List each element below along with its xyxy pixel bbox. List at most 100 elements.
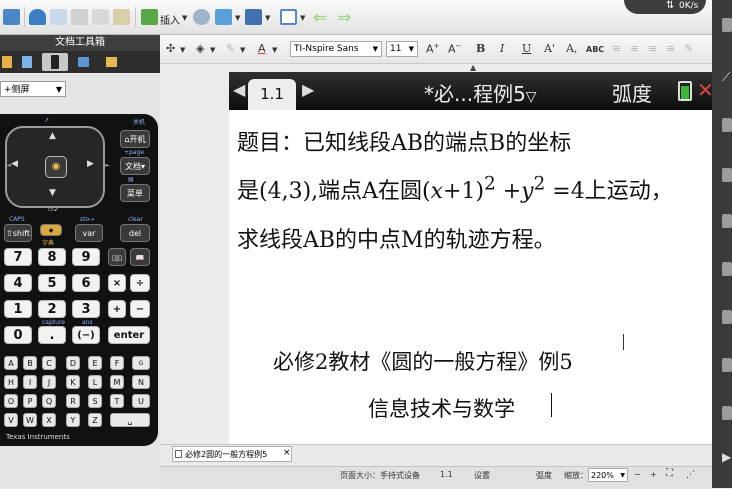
key-b[interactable]: B xyxy=(23,356,37,370)
chevron-down-icon[interactable]: ▼ xyxy=(182,14,187,22)
key-h[interactable]: H xyxy=(4,375,18,389)
zoom-out-icon[interactable]: − xyxy=(634,470,641,479)
key-8[interactable]: 8 xyxy=(38,248,66,266)
side-tool-icon[interactable] xyxy=(722,358,732,372)
layout-icon[interactable] xyxy=(280,9,297,25)
ctrl-button[interactable]: ◆ xyxy=(40,224,62,236)
chevron-down-icon[interactable]: ▼ xyxy=(265,14,270,22)
delete-button[interactable]: del xyxy=(120,224,150,242)
arrow-up-icon[interactable]: ▲ xyxy=(49,131,56,141)
insert-label[interactable]: 插入 xyxy=(160,12,180,27)
insert-icon[interactable] xyxy=(141,9,158,25)
utilities-tab-icon[interactable] xyxy=(98,53,124,71)
tab-key-icon[interactable]: ⇥ xyxy=(6,162,11,169)
side-tool-icon[interactable] xyxy=(722,168,732,182)
document-settings-icon[interactable] xyxy=(245,9,262,25)
undo-icon[interactable] xyxy=(29,9,46,25)
key-1[interactable]: 1 xyxy=(4,300,32,318)
multiply-button[interactable]: × xyxy=(108,274,126,292)
click-icon[interactable]: ◉ xyxy=(45,156,67,178)
touchpad[interactable]: ▲ ▼ ◀ ▶ ◉ xyxy=(5,126,105,208)
align-justify-icon[interactable]: ≡ xyxy=(666,42,675,55)
key-4[interactable]: 4 xyxy=(4,274,32,292)
zoom-select[interactable]: 220% ▼ xyxy=(588,468,628,482)
side-tool-icon[interactable] xyxy=(722,310,732,324)
angle-mode-status[interactable]: 弧度 xyxy=(536,470,552,481)
save-icon[interactable] xyxy=(3,9,20,25)
doc-button[interactable]: 文档▾ xyxy=(120,157,150,175)
key-6[interactable]: 6 xyxy=(72,274,100,292)
text-color-icon[interactable]: A xyxy=(258,42,266,55)
copy-icon[interactable] xyxy=(92,9,109,25)
next-page-arrow-icon[interactable]: ▶ xyxy=(302,80,314,99)
key-m[interactable]: M xyxy=(110,375,124,389)
key-g[interactable]: G xyxy=(132,356,150,370)
minus-button[interactable]: − xyxy=(130,300,150,318)
key-o[interactable]: O xyxy=(4,394,18,408)
paste-icon[interactable] xyxy=(113,9,130,25)
shift-button[interactable]: ⇧shift xyxy=(4,224,32,242)
key-u[interactable]: U xyxy=(132,394,150,408)
side-tool-icon[interactable] xyxy=(722,406,732,420)
close-tab-icon[interactable]: × xyxy=(283,448,291,458)
chevron-down-icon[interactable]: ▼ xyxy=(272,46,277,54)
zoom-in-icon[interactable]: + xyxy=(650,470,657,479)
bold-button[interactable]: B xyxy=(476,42,485,55)
key-e[interactable]: E xyxy=(88,356,102,370)
chevron-down-icon[interactable]: ▼ xyxy=(300,14,305,22)
side-tool-icon[interactable] xyxy=(722,118,732,132)
screen-capture-icon[interactable] xyxy=(215,9,232,25)
chevron-down-icon[interactable]: ▼ xyxy=(240,46,245,54)
chevron-down-icon[interactable]: ▼ xyxy=(235,14,240,22)
document-title[interactable]: *必...程例5▽ xyxy=(424,78,537,107)
key-q[interactable]: Q xyxy=(42,394,56,408)
key-r[interactable]: R xyxy=(66,394,80,408)
play-icon[interactable]: ▶ xyxy=(722,450,732,464)
page-tab[interactable]: 1.1 xyxy=(248,79,296,110)
decrease-font-icon[interactable]: A− xyxy=(448,42,461,56)
key-z[interactable]: Z xyxy=(88,413,102,427)
key-s[interactable]: S xyxy=(88,394,102,408)
catalog-button[interactable]: 📖 xyxy=(130,248,150,266)
subscript-button[interactable]: A, xyxy=(566,42,577,55)
previous-page-icon[interactable]: ⇐ xyxy=(313,8,327,28)
key-y[interactable]: Y xyxy=(66,413,80,427)
page-sorter-tab-icon[interactable] xyxy=(14,53,40,71)
handheld-tab-icon[interactable] xyxy=(42,53,68,71)
key-f[interactable]: F xyxy=(110,356,124,370)
align-center-icon[interactable]: ≡ xyxy=(630,42,639,55)
content-explorer-tab-icon[interactable] xyxy=(70,53,96,71)
next-page-icon[interactable]: ⇒ xyxy=(337,8,351,28)
key-j[interactable]: J xyxy=(42,375,56,389)
home-button[interactable]: ⌂开机 xyxy=(120,130,150,148)
key-t[interactable]: T xyxy=(110,394,124,408)
side-tool-icon[interactable]: ⟋ xyxy=(722,70,732,84)
resize-handle-icon[interactable]: ▲ xyxy=(470,63,476,72)
fill-color-icon[interactable]: ◈ xyxy=(196,42,204,55)
font-size-select[interactable]: 11 ▼ xyxy=(386,41,418,57)
chevron-down-icon[interactable]: ▼ xyxy=(210,46,215,54)
arrow-left-icon[interactable]: ◀ xyxy=(11,159,18,169)
menu-button[interactable]: 菜单 xyxy=(120,184,150,202)
key-d[interactable]: D xyxy=(66,356,80,370)
superscript-button[interactable]: A' xyxy=(544,42,555,55)
side-tool-icon[interactable] xyxy=(722,18,732,32)
page-size-status[interactable]: 页面大小：手持式设备 xyxy=(340,470,420,481)
var-button[interactable]: var xyxy=(75,224,103,242)
divide-button[interactable]: ÷ xyxy=(130,274,150,292)
key-i[interactable]: I xyxy=(23,375,37,389)
key-w[interactable]: W xyxy=(23,413,37,427)
settings-status[interactable]: 设置 xyxy=(474,470,490,481)
key-n[interactable]: N xyxy=(132,375,150,389)
font-select[interactable]: TI-Nspire Sans ▼ xyxy=(290,41,382,57)
pen-icon[interactable]: ✎ xyxy=(684,42,693,55)
key-9[interactable]: 9 xyxy=(72,248,100,266)
italic-button[interactable]: I xyxy=(500,42,504,55)
chevron-down-icon[interactable]: ▼ xyxy=(180,46,185,54)
variable-icon[interactable] xyxy=(193,9,210,25)
align-right-icon[interactable]: ≡ xyxy=(648,42,657,55)
underline-button[interactable]: U xyxy=(522,42,531,55)
document-tab[interactable]: 必修2圆的一般方程例5 xyxy=(172,446,292,462)
side-tool-icon[interactable] xyxy=(722,214,732,228)
key-5[interactable]: 5 xyxy=(38,274,66,292)
